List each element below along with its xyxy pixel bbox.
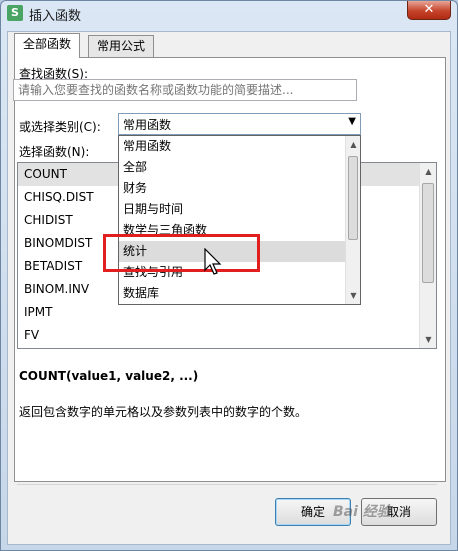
function-description: 返回包含数字的单元格以及参数列表中的数字的个数。 <box>19 405 308 419</box>
dropdown-item[interactable]: 全部 <box>119 157 360 178</box>
function-signature: COUNT(value1, value2, ...) <box>19 369 199 383</box>
scroll-down-icon[interactable]: ▼ <box>346 287 360 304</box>
function-list-label: 选择函数(N): <box>19 145 90 159</box>
dialog-title: 插入函数 <box>29 9 82 24</box>
tab-all-functions[interactable]: 全部函数 <box>14 33 81 58</box>
app-icon: S <box>7 5 23 21</box>
list-item[interactable]: FV <box>18 324 436 347</box>
dropdown-item[interactable]: 常用函数 <box>119 136 360 157</box>
dropdown-item[interactable]: 日期与时间 <box>119 199 360 220</box>
category-label: 或选择类别(C): <box>19 120 101 134</box>
scroll-thumb[interactable] <box>422 183 434 283</box>
divider <box>17 484 437 485</box>
tab-common-formulas[interactable]: 常用公式 <box>88 35 155 57</box>
function-list-scrollbar[interactable]: ▲ ▼ <box>419 163 436 348</box>
mouse-pointer-icon <box>204 248 222 275</box>
scroll-down-icon[interactable]: ▼ <box>420 331 436 348</box>
close-button[interactable]: ✕ <box>407 1 451 20</box>
dropdown-scrollbar[interactable]: ▲ ▼ <box>345 136 360 304</box>
category-select[interactable]: 常用函数 ▼ <box>118 113 361 135</box>
scroll-up-icon[interactable]: ▲ <box>420 163 436 180</box>
scroll-up-icon[interactable]: ▲ <box>346 136 360 153</box>
annotation-highlight-box <box>103 234 260 272</box>
category-selected-value: 常用函数 <box>123 118 172 132</box>
dropdown-item[interactable]: 数据库 <box>119 283 360 304</box>
category-dropdown: 常用函数 全部 财务 日期与时间 数学与三角函数 统计 查找与引用 数据库 ▲ … <box>118 135 361 305</box>
insert-function-dialog: S 插入函数 ✕ 全部函数 常用公式 查找函数(S): 或选择类别(C): 常用… <box>0 0 458 551</box>
dropdown-item[interactable]: 财务 <box>119 178 360 199</box>
scroll-thumb[interactable] <box>348 156 358 240</box>
watermark: Bai 经验 <box>333 504 391 520</box>
title-bar: S 插入函数 ✕ <box>1 1 457 27</box>
search-input[interactable] <box>13 79 357 101</box>
chevron-down-icon: ▼ <box>348 116 356 127</box>
